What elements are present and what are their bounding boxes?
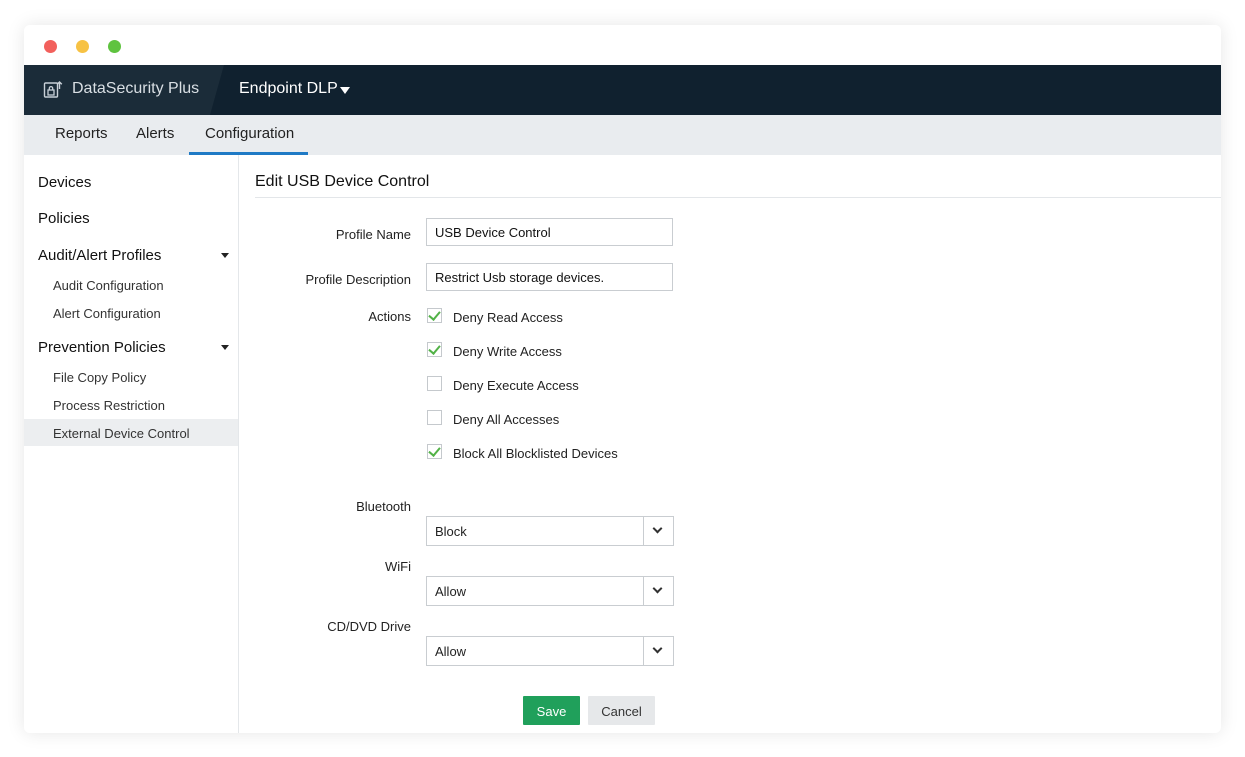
title-divider <box>255 197 1221 198</box>
sidebar-item-file-copy-policy[interactable]: File Copy Policy <box>53 370 146 385</box>
block-blocklisted-devices-checkbox[interactable] <box>427 444 442 459</box>
chevron-down-icon <box>652 643 663 654</box>
cddvd-select-toggle[interactable] <box>643 637 673 665</box>
top-navbar: DataSecurity Plus Endpoint DLP <box>24 65 1221 115</box>
window-titlebar <box>24 25 1221 65</box>
profile-description-input[interactable] <box>426 263 673 291</box>
maximize-window-button[interactable] <box>108 40 121 53</box>
deny-all-accesses-label: Deny All Accesses <box>453 412 560 427</box>
deny-read-access-label: Deny Read Access <box>453 310 563 325</box>
bluetooth-label: Bluetooth <box>356 499 411 514</box>
sidebar: Devices Policies Audit/Alert Profiles Au… <box>24 155 239 733</box>
chevron-down-icon <box>652 523 663 534</box>
sidebar-item-audit-alert-profiles[interactable]: Audit/Alert Profiles <box>38 247 161 264</box>
deny-read-access-checkbox[interactable] <box>427 308 442 323</box>
deny-write-access-checkbox[interactable] <box>427 342 442 357</box>
app-window: DataSecurity Plus Endpoint DLP Reports A… <box>24 25 1221 733</box>
tab-alerts[interactable]: Alerts <box>136 125 174 142</box>
check-icon <box>428 342 441 355</box>
wifi-select-toggle[interactable] <box>643 577 673 605</box>
tab-configuration[interactable]: Configuration <box>205 125 294 142</box>
main-content: Edit USB Device Control Profile Name Pro… <box>239 155 1221 733</box>
save-button[interactable]: Save <box>523 696 580 725</box>
cddvd-select[interactable]: Allow <box>426 636 674 666</box>
bluetooth-select-toggle[interactable] <box>643 517 673 545</box>
cancel-button[interactable]: Cancel <box>588 696 655 725</box>
sidebar-item-audit-configuration[interactable]: Audit Configuration <box>53 278 164 293</box>
brand[interactable]: DataSecurity Plus <box>24 65 224 115</box>
page-title: Edit USB Device Control <box>255 173 430 190</box>
wifi-select[interactable]: Allow <box>426 576 674 606</box>
caret-down-icon[interactable] <box>340 87 350 94</box>
sidebar-item-policies[interactable]: Policies <box>38 210 90 227</box>
deny-all-accesses-checkbox[interactable] <box>427 410 442 425</box>
block-blocklisted-devices-label: Block All Blocklisted Devices <box>453 446 618 461</box>
profile-description-label: Profile Description <box>305 272 412 287</box>
sidebar-item-external-device-control[interactable]: External Device Control <box>53 426 190 441</box>
close-window-button[interactable] <box>44 40 57 53</box>
sidebar-item-prevention-policies[interactable]: Prevention Policies <box>38 339 166 356</box>
wifi-select-value: Allow <box>435 584 467 599</box>
profile-name-input[interactable] <box>426 218 673 246</box>
sidebar-item-process-restriction[interactable]: Process Restriction <box>53 398 165 413</box>
chevron-down-icon <box>652 583 663 594</box>
deny-execute-access-label: Deny Execute Access <box>453 378 579 393</box>
deny-execute-access-checkbox[interactable] <box>427 376 442 391</box>
minimize-window-button[interactable] <box>76 40 89 53</box>
actions-label: Actions <box>368 309 411 324</box>
check-icon <box>428 444 441 457</box>
deny-write-access-label: Deny Write Access <box>453 344 562 359</box>
bluetooth-select-value: Block <box>435 524 467 539</box>
caret-down-icon[interactable] <box>221 253 229 258</box>
profile-name-label: Profile Name <box>335 227 411 242</box>
sidebar-item-alert-configuration[interactable]: Alert Configuration <box>53 306 161 321</box>
caret-down-icon[interactable] <box>221 345 229 350</box>
module-switcher[interactable]: Endpoint DLP <box>239 80 338 98</box>
tab-bar: Reports Alerts Configuration <box>24 115 1221 155</box>
check-icon <box>428 308 441 321</box>
wifi-label: WiFi <box>385 559 411 574</box>
sidebar-item-devices[interactable]: Devices <box>38 174 91 191</box>
cddvd-label: CD/DVD Drive <box>327 619 411 634</box>
lock-monitor-icon <box>43 80 63 100</box>
brand-name: DataSecurity Plus <box>72 80 200 97</box>
bluetooth-select[interactable]: Block <box>426 516 674 546</box>
cddvd-select-value: Allow <box>435 644 467 659</box>
tab-reports[interactable]: Reports <box>55 125 108 142</box>
